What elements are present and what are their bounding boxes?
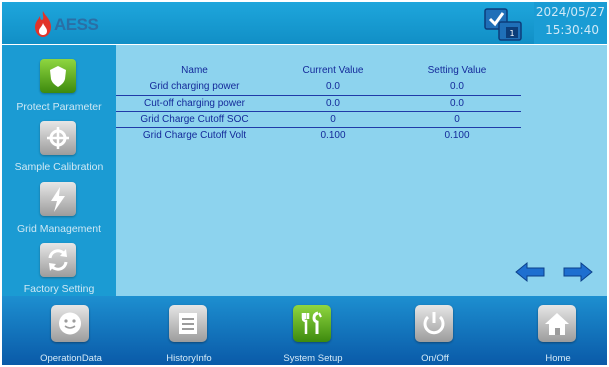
brand-name: AESS (54, 15, 99, 34)
param-current-value: 0.0 (273, 95, 393, 112)
table-header-row: Name Current Value Setting Value (116, 61, 521, 79)
param-name: Grid Charge Cutoff SOC (116, 111, 273, 128)
sidebar-item-label: Protect Parameter (16, 101, 102, 113)
nav-label: Home (545, 353, 571, 364)
sidebar-item-grid-management[interactable]: Grid Management (2, 176, 116, 236)
nav-label: On/Off (421, 353, 449, 364)
refresh-icon (40, 243, 76, 277)
date-display: 2024/05/27 (535, 5, 605, 19)
screen-badge: 1 (509, 29, 514, 38)
column-header-current: Current Value (302, 64, 364, 76)
parameter-table: Name Current Value Setting Value Grid ch… (116, 61, 521, 143)
arrow-right-icon[interactable] (563, 261, 593, 283)
table-row[interactable]: Grid charging power 0.0 0.0 (116, 79, 521, 96)
sidebar-item-protect-parameter[interactable]: Protect Parameter (2, 53, 116, 113)
bottom-nav: OperationData HistoryInfo System Setup O… (2, 296, 607, 365)
nav-label: OperationData (40, 353, 102, 364)
table-row[interactable]: Grid Charge Cutoff SOC 0 0 (116, 111, 521, 128)
nav-on-off[interactable]: On/Off (390, 296, 480, 365)
table-row[interactable]: Cut-off charging power 0.0 0.0 (116, 95, 521, 112)
sidebar-item-label: Factory Setting (23, 283, 95, 295)
arrow-left-icon[interactable] (515, 261, 545, 283)
param-setting-value[interactable]: 0 (393, 111, 521, 128)
shield-icon (40, 59, 76, 93)
power-icon (415, 305, 453, 342)
sidebar: Protect Parameter Sample Calibration Gri… (2, 45, 116, 296)
brand-logo: AESS (32, 10, 122, 38)
param-setting-value[interactable]: 0.0 (393, 79, 521, 96)
sidebar-item-label: Grid Management (16, 223, 102, 235)
time-display: 15:30:40 (545, 23, 599, 37)
param-current-value: 0.0 (273, 79, 393, 96)
nav-history-info[interactable]: HistoryInfo (144, 296, 234, 365)
param-name: Cut-off charging power (116, 95, 273, 112)
column-header-name: Name (181, 64, 208, 76)
main-panel: Name Current Value Setting Value Grid ch… (116, 45, 607, 296)
param-name: Grid Charge Cutoff Volt (142, 129, 247, 141)
nav-label: HistoryInfo (166, 353, 212, 364)
datetime-block: 2024/05/27 15:30:40 (534, 2, 607, 44)
home-icon (538, 305, 576, 342)
param-name: Grid charging power (116, 79, 273, 96)
sidebar-item-label: Sample Calibration (14, 161, 104, 173)
flame-logo-icon (35, 11, 51, 37)
lightning-icon (40, 182, 76, 216)
param-setting-value[interactable]: 0.0 (393, 95, 521, 112)
hmi-screen: AESS 1 2024/05/27 15:30:40 Protect Param… (0, 0, 609, 367)
list-icon (169, 305, 207, 342)
param-setting-value[interactable]: 0.100 (393, 127, 521, 143)
smiley-icon (51, 305, 89, 342)
nav-label: System Setup (283, 353, 343, 364)
crosshair-icon (40, 121, 76, 155)
header-bar: AESS 1 2024/05/27 15:30:40 (2, 2, 607, 44)
nav-system-setup[interactable]: System Setup (268, 296, 358, 365)
param-current-value: 0 (273, 111, 393, 128)
sidebar-item-sample-calibration[interactable]: Sample Calibration (2, 115, 116, 175)
param-current-value: 0.100 (320, 129, 346, 141)
table-row[interactable]: Grid Charge Cutoff Volt 0.100 0.100 (116, 127, 521, 143)
column-header-setting: Setting Value (427, 64, 487, 76)
tools-icon (293, 305, 331, 342)
nav-operation-data[interactable]: OperationData (26, 296, 116, 365)
screen-switch-icon[interactable]: 1 (482, 6, 526, 42)
sidebar-item-factory-setting[interactable]: Factory Setting (2, 237, 116, 297)
nav-home[interactable]: Home (513, 296, 603, 365)
